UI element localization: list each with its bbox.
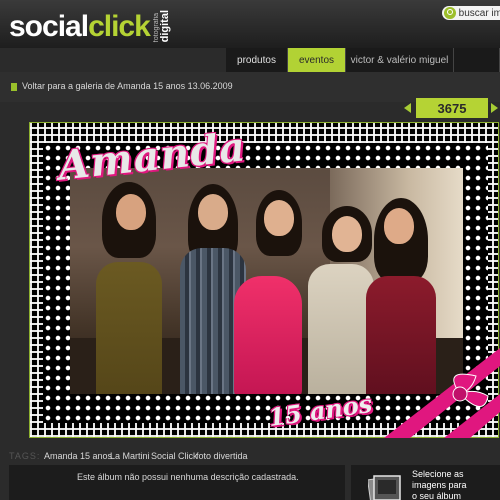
logo-tagline: fotografia digital: [152, 9, 171, 42]
select-images-prompt[interactable]: Selecione as imagens para o seu álbum: [412, 469, 467, 500]
album-description: Este álbum não possui nenhuma descrição …: [77, 472, 299, 482]
album-icon: [368, 475, 401, 500]
back-icon: [11, 83, 17, 91]
back-to-gallery-link[interactable]: Voltar para a galeria de Amanda 15 anos …: [22, 81, 233, 91]
logo-word-click: click: [88, 10, 151, 43]
tag-link[interactable]: Amanda 15 anos: [44, 451, 112, 461]
logo-word-social: social: [9, 10, 89, 43]
tag-link[interactable]: foto divertida: [196, 451, 248, 461]
main-nav: produtos eventos victor & valério miguel: [226, 48, 500, 72]
tab-eventos[interactable]: eventos: [288, 48, 346, 72]
next-arrow-icon[interactable]: [491, 103, 498, 113]
select-line-2: imagens para: [412, 480, 467, 490]
tag-link[interactable]: La Martini: [110, 451, 150, 461]
logo-tag-big: digital: [158, 9, 171, 42]
search-button[interactable]: buscar im: [442, 6, 500, 20]
album-description-box: [9, 465, 345, 500]
tab-more[interactable]: [454, 48, 500, 72]
tab-produtos[interactable]: produtos: [226, 48, 288, 72]
header: social click fotografia digital buscar i…: [0, 0, 500, 48]
search-icon: [444, 7, 456, 19]
tag-link[interactable]: Social Click: [151, 451, 198, 461]
select-line-1: Selecione as: [412, 469, 464, 479]
tags-label: TAGS:: [9, 451, 41, 461]
person: [88, 178, 168, 394]
search-label: buscar im: [458, 7, 500, 19]
socialclick-logo[interactable]: social click fotografia digital: [9, 9, 171, 43]
previous-arrow-icon[interactable]: [404, 103, 411, 113]
pink-bow-icon: [384, 348, 500, 438]
photo-counter: 3675: [416, 98, 488, 118]
tab-victor-valerio-miguel[interactable]: victor & valério miguel: [346, 48, 454, 72]
select-line-3: o seu álbum: [412, 491, 462, 500]
